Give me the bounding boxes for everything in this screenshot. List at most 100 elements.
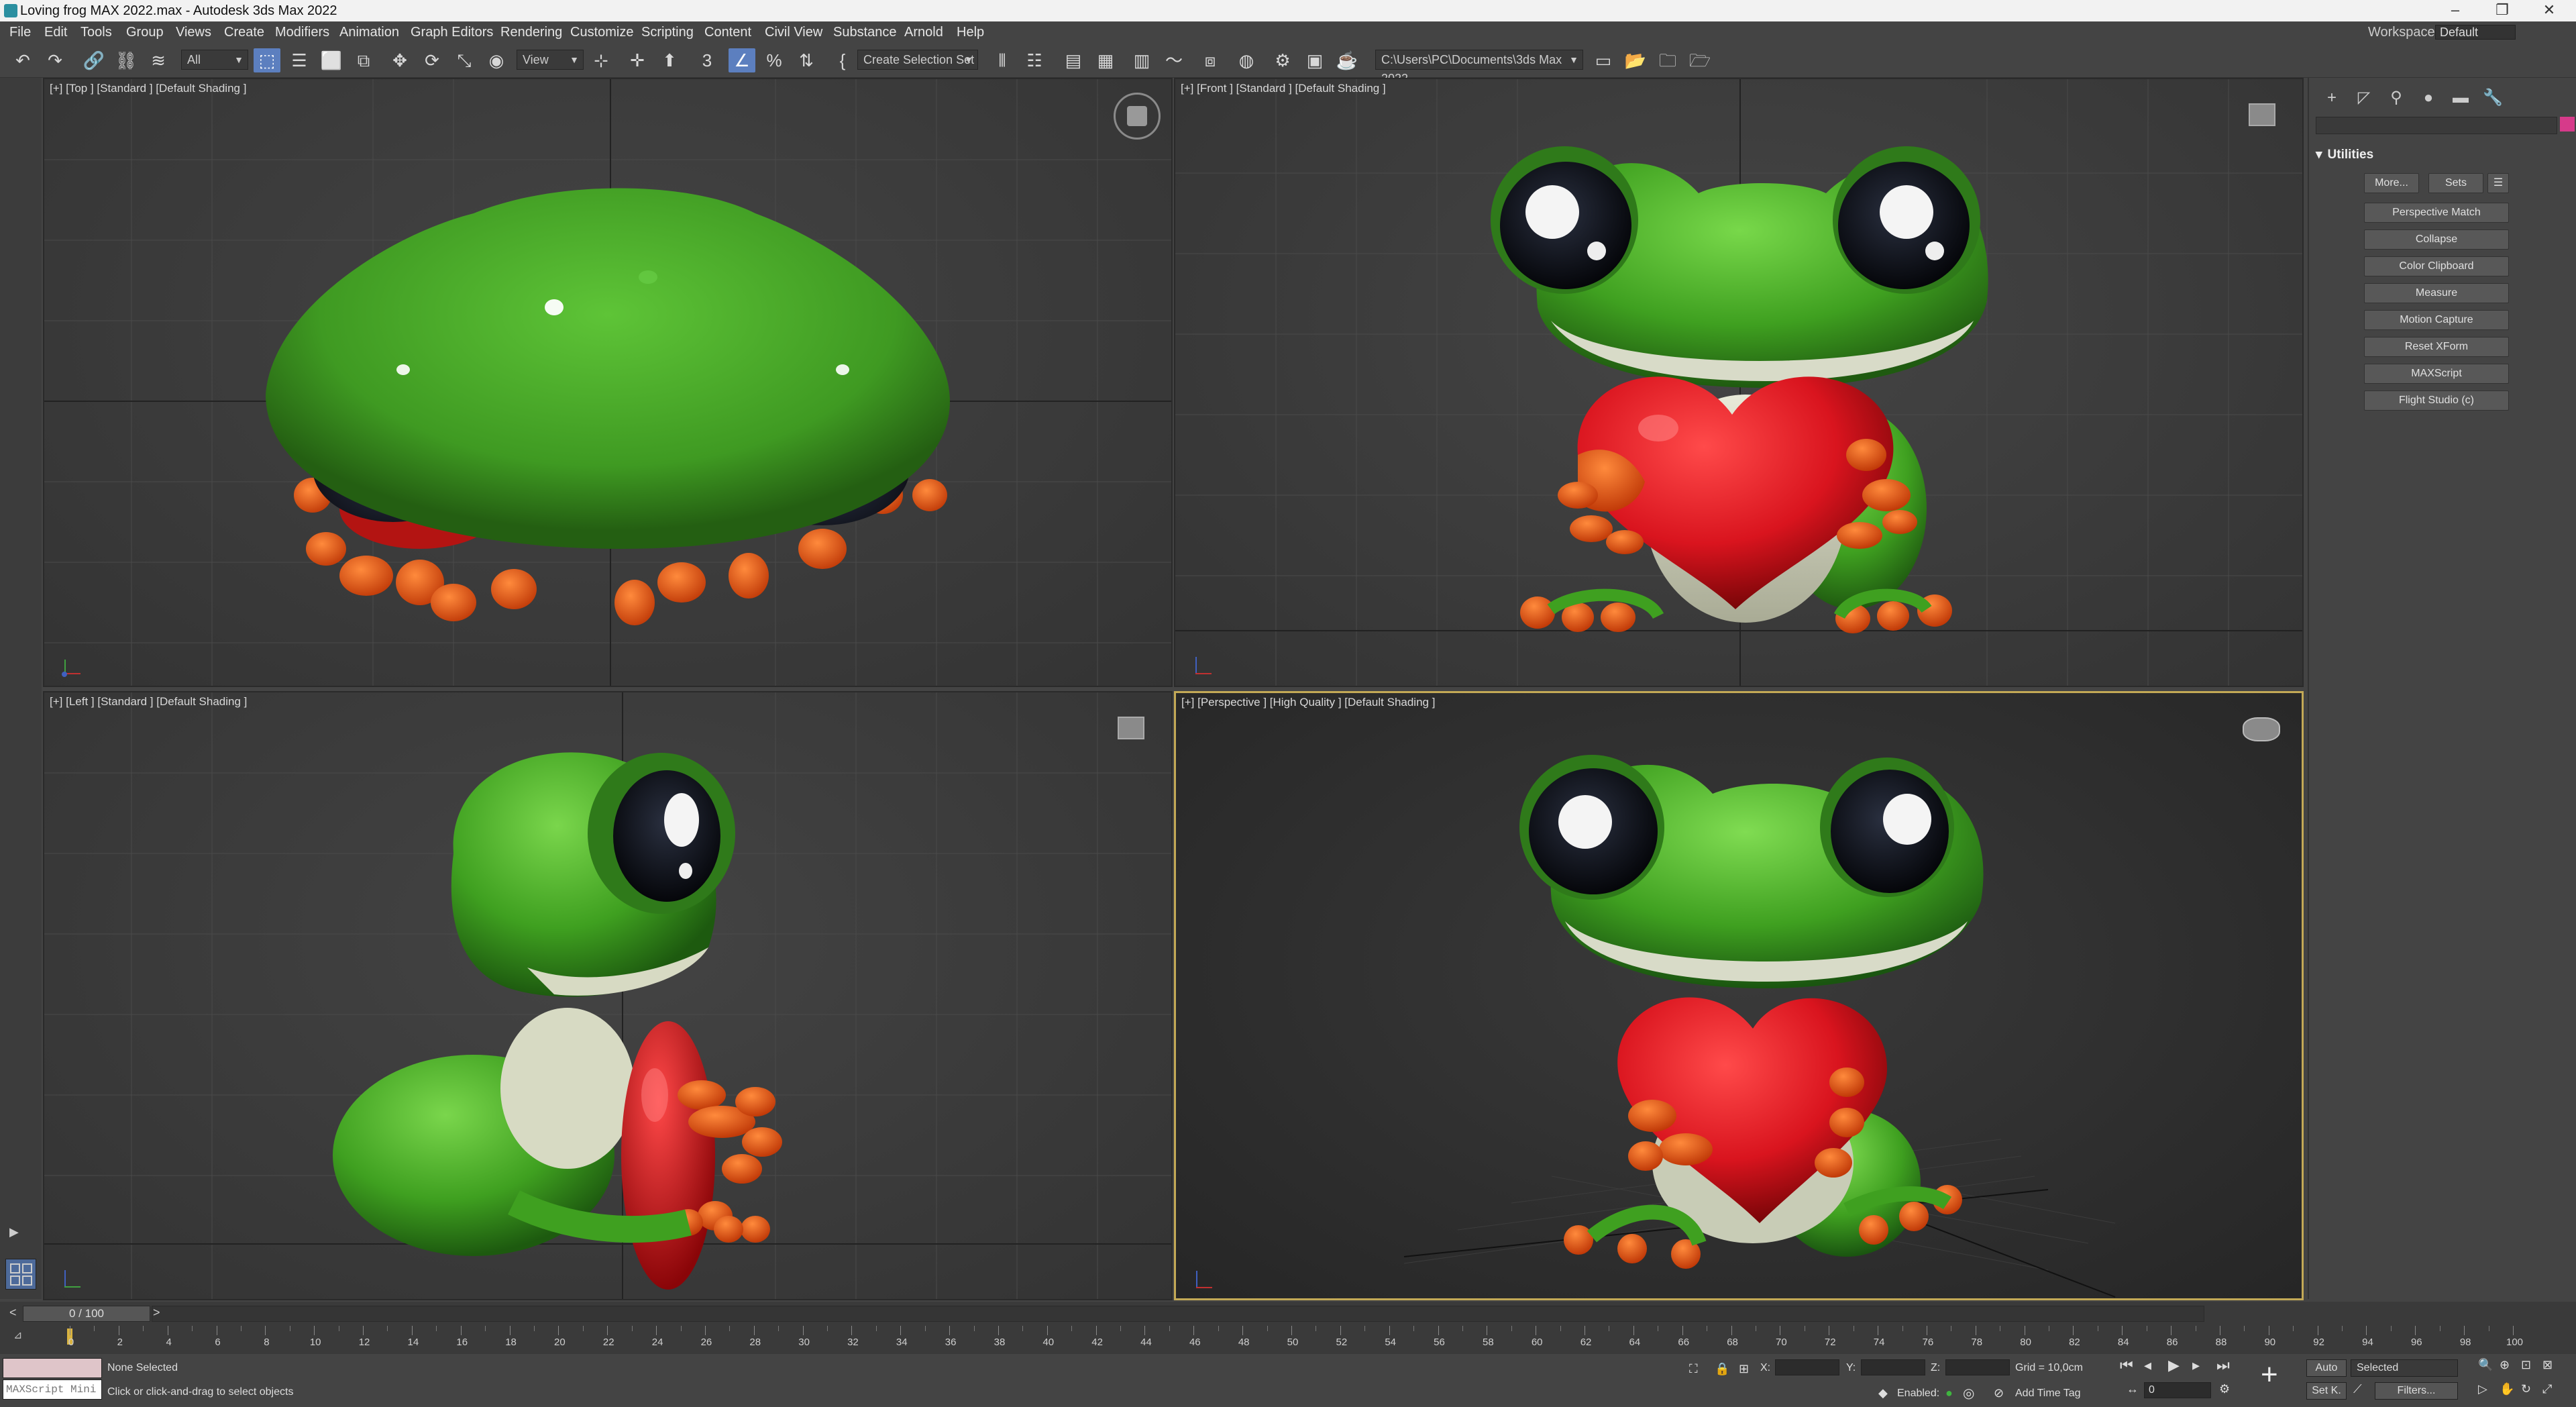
track-bar[interactable]: ⊿ 0 2 4 6 8 10 12 14 16 18 20 22 24 26 28 30 32 34 36 38 40 4…: [0, 1326, 2576, 1354]
viewport-top-label[interactable]: [+] [Top ] [Standard ] [Default Shading …: [50, 82, 246, 95]
menu-tools[interactable]: Tools: [80, 21, 112, 43]
select-object-icon[interactable]: ⬚: [254, 48, 280, 72]
adaptive-degradation-icon[interactable]: ◆: [1878, 1386, 1888, 1400]
utility-collapse-button[interactable]: Collapse: [2364, 229, 2509, 250]
next-frame-icon[interactable]: ▸: [2192, 1357, 2200, 1374]
maximize-viewport-icon[interactable]: ⤢: [2542, 1382, 2552, 1396]
x-coordinate-field[interactable]: [1775, 1359, 1839, 1375]
pivot-center-icon[interactable]: ⊹: [588, 48, 614, 72]
rect-selection-region-icon[interactable]: ⬜: [318, 48, 345, 72]
utility-color-clipboard-button[interactable]: Color Clipboard: [2364, 256, 2509, 276]
viewport-left-label[interactable]: [+] [Left ] [Standard ] [Default Shading…: [50, 695, 247, 709]
key-filter-dropdown[interactable]: Selected: [2351, 1359, 2458, 1377]
set-project-folder-icon[interactable]: ▭: [1590, 48, 1617, 72]
unlink-icon[interactable]: ⛓: [113, 48, 140, 72]
time-config-icon[interactable]: ⚙: [2219, 1382, 2230, 1396]
rotate-icon[interactable]: ⟳: [419, 48, 445, 72]
menu-modifiers[interactable]: Modifiers: [275, 21, 329, 43]
align-icon[interactable]: ☷: [1021, 48, 1048, 72]
bind-spacewarp-icon[interactable]: ≋: [145, 48, 172, 72]
menu-rendering[interactable]: Rendering: [500, 21, 562, 43]
set-key-large-icon[interactable]: +: [2261, 1358, 2278, 1392]
select-by-name-icon[interactable]: ☰: [286, 48, 313, 72]
time-slider-prev[interactable]: <: [9, 1306, 17, 1320]
menu-create[interactable]: Create: [224, 21, 264, 43]
workspaces-dropdown[interactable]: Default: [2435, 25, 2516, 40]
place-icon[interactable]: ◉: [483, 48, 510, 72]
auto-key-button[interactable]: Auto: [2306, 1359, 2347, 1377]
menu-customize[interactable]: Customize: [570, 21, 633, 43]
z-coordinate-field[interactable]: [1945, 1359, 2010, 1375]
zoom-extents-icon[interactable]: ⊡: [2521, 1358, 2531, 1372]
menu-animation[interactable]: Animation: [339, 21, 399, 43]
utility-measure-button[interactable]: Measure: [2364, 283, 2509, 303]
key-mode-icon[interactable]: ↔: [2127, 1382, 2139, 1396]
render-setup-icon[interactable]: ⚙: [1269, 48, 1296, 72]
viewport-front[interactable]: [+] [Front ] [Standard ] [Default Shadin…: [1174, 78, 2304, 687]
menu-substance[interactable]: Substance: [833, 21, 897, 43]
material-editor-icon[interactable]: ◍: [1233, 48, 1260, 72]
go-to-end-icon[interactable]: ⏭: [2216, 1357, 2230, 1374]
viewcube-icon[interactable]: [2249, 103, 2275, 126]
menu-civil-view[interactable]: Civil View: [765, 21, 822, 43]
move-icon[interactable]: ✥: [386, 48, 413, 72]
spinner-snap-icon[interactable]: ⇅: [793, 48, 820, 72]
rendered-frame-window-icon[interactable]: ▣: [1301, 48, 1328, 72]
create-tab-icon[interactable]: +: [2320, 87, 2344, 109]
edit-named-selection-icon[interactable]: {: [829, 48, 856, 72]
scene-explorer-icon[interactable]: ▤: [1060, 48, 1087, 72]
y-coordinate-field[interactable]: [1861, 1359, 1925, 1375]
key-filters-button[interactable]: Filters...: [2375, 1382, 2458, 1400]
menu-content[interactable]: Content: [704, 21, 751, 43]
menu-group[interactable]: Group: [126, 21, 164, 43]
time-slider-next[interactable]: >: [153, 1306, 160, 1320]
key-tangent-icon[interactable]: ⟋: [2353, 1382, 2362, 1396]
viewport-perspective[interactable]: [+] [Perspective ] [High Quality ] [Defa…: [1174, 691, 2304, 1300]
hierarchy-tab-icon[interactable]: ⚲: [2384, 87, 2408, 109]
zoom-icon[interactable]: 🔍: [2478, 1358, 2493, 1372]
redo-icon[interactable]: ↷: [42, 48, 68, 72]
maxscript-listener-field[interactable]: [3, 1358, 102, 1378]
minimize-button[interactable]: –: [2435, 0, 2475, 21]
menu-file[interactable]: File: [9, 21, 31, 43]
go-to-start-icon[interactable]: ⏮: [2120, 1357, 2133, 1374]
mirror-icon[interactable]: ⫴: [989, 48, 1016, 72]
viewport-left[interactable]: [+] [Left ] [Standard ] [Default Shading…: [43, 691, 1173, 1300]
menu-edit[interactable]: Edit: [44, 21, 67, 43]
object-color-swatch[interactable]: [2560, 117, 2575, 132]
viewcube-icon[interactable]: [1118, 717, 1144, 739]
utility-maxscript-button[interactable]: MAXScript: [2364, 364, 2509, 384]
time-tag-indicator-icon[interactable]: ◎: [1963, 1385, 1974, 1402]
utilities-tab-icon[interactable]: 🔧: [2481, 87, 2505, 109]
recent-folder-icon[interactable]: 🗀: [1654, 48, 1681, 72]
selection-lock-icon[interactable]: 🔒: [1715, 1362, 1729, 1376]
selection-filter-dropdown[interactable]: All ▼: [181, 50, 248, 70]
angle-snap-icon[interactable]: ∠: [729, 48, 755, 72]
layer-explorer-icon[interactable]: ▦: [1092, 48, 1119, 72]
viewcube-icon[interactable]: [2243, 717, 2280, 741]
menu-graph-editors[interactable]: Graph Editors: [411, 21, 493, 43]
render-production-icon[interactable]: ☕: [1334, 48, 1360, 72]
viewport-front-label[interactable]: [+] [Front ] [Standard ] [Default Shadin…: [1181, 82, 1386, 95]
absolute-mode-icon[interactable]: ⊞: [1739, 1362, 1749, 1376]
restore-button[interactable]: ❐: [2482, 0, 2522, 21]
snaps-toggle-icon[interactable]: 3: [694, 48, 720, 72]
menu-help[interactable]: Help: [957, 21, 984, 43]
pan-view-icon[interactable]: ✋: [2500, 1382, 2514, 1396]
viewport-layout-tab[interactable]: [5, 1259, 36, 1290]
object-name-field[interactable]: [2316, 117, 2557, 134]
previous-frame-icon[interactable]: ◂: [2144, 1357, 2151, 1374]
viewport-top[interactable]: [+] [Top ] [Standard ] [Default Shading …: [43, 78, 1173, 687]
status-enabled-dot-icon[interactable]: ●: [1945, 1386, 1953, 1400]
named-selection-set-dropdown[interactable]: Create Selection Set ▼: [857, 50, 978, 70]
percent-snap-icon[interactable]: %: [761, 48, 788, 72]
set-key-button[interactable]: Set K.: [2306, 1382, 2347, 1400]
isolate-selection-icon[interactable]: ⛶: [1689, 1362, 1698, 1376]
utilities-rollout-header[interactable]: ▾ Utilities: [2316, 145, 2571, 165]
time-slider-thumb[interactable]: 0 / 100: [23, 1306, 150, 1322]
menu-views[interactable]: Views: [176, 21, 211, 43]
play-icon[interactable]: ▶: [2168, 1357, 2180, 1374]
expand-arrow-icon[interactable]: ▶: [9, 1225, 19, 1239]
maxscript-mini-field[interactable]: MAXScript Mini: [3, 1379, 102, 1400]
current-frame-field[interactable]: 0: [2144, 1382, 2211, 1398]
